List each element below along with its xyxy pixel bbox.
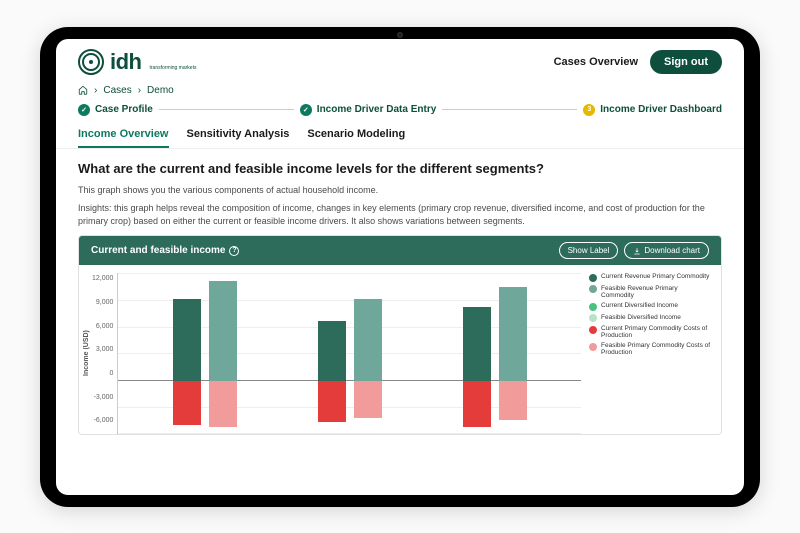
bar-feasible[interactable] — [499, 273, 527, 434]
download-chart-button[interactable]: Download chart — [624, 242, 709, 259]
step-line — [159, 109, 294, 110]
step-line — [442, 109, 577, 110]
chart-actions: Show Label Download chart — [559, 242, 709, 259]
legend-item[interactable]: Current Primary Commodity Costs of Produ… — [589, 325, 711, 339]
breadcrumb: › Cases › Demo — [56, 81, 744, 104]
bar-group — [318, 273, 382, 434]
swatch-icon — [589, 303, 597, 311]
check-icon: ✓ — [78, 104, 90, 116]
check-icon: ✓ — [300, 104, 312, 116]
logo[interactable]: idh transforming markets — [78, 49, 196, 75]
home-icon[interactable] — [78, 85, 88, 95]
chart-title-wrap: Current and feasible income ? — [91, 245, 239, 256]
bar-current[interactable] — [463, 273, 491, 434]
swatch-icon — [589, 314, 597, 322]
breadcrumb-demo[interactable]: Demo — [147, 85, 174, 96]
logo-icon — [78, 49, 104, 75]
download-icon — [633, 247, 641, 255]
page-paragraph-2: Insights: this graph helps reveal the co… — [78, 202, 722, 227]
chart-header: Current and feasible income ? Show Label… — [79, 236, 721, 265]
chart-bars — [118, 273, 581, 434]
topbar: idh transforming markets Cases Overview … — [56, 39, 744, 81]
logo-tagline: transforming markets — [150, 65, 197, 71]
bar-current[interactable] — [173, 273, 201, 434]
tablet-frame: idh transforming markets Cases Overview … — [40, 27, 760, 507]
content: What are the current and feasible income… — [56, 149, 744, 495]
legend-item[interactable]: Feasible Revenue Primary Commodity — [589, 285, 711, 299]
stepper: ✓ Case Profile ✓ Income Driver Data Entr… — [56, 104, 744, 124]
swatch-icon — [589, 285, 597, 293]
tab-scenario[interactable]: Scenario Modeling — [307, 128, 405, 148]
bar-feasible[interactable] — [354, 273, 382, 434]
page-paragraph-1: This graph shows you the various compone… — [78, 184, 722, 197]
step-number-icon: 3 — [583, 104, 595, 116]
legend-item[interactable]: Feasible Primary Commodity Costs of Prod… — [589, 342, 711, 356]
app-screen: idh transforming markets Cases Overview … — [56, 39, 744, 495]
tablet-camera — [397, 32, 403, 38]
tabs: Income Overview Sensitivity Analysis Sce… — [56, 124, 744, 149]
tab-income-overview[interactable]: Income Overview — [78, 128, 169, 148]
logo-text: idh — [110, 49, 142, 75]
swatch-icon — [589, 274, 597, 282]
show-label-button[interactable]: Show Label — [559, 242, 619, 259]
chart-body: Income (USD) 12,000 9,000 6,000 3,000 0 … — [79, 265, 721, 434]
step-case-profile[interactable]: ✓ Case Profile — [78, 104, 153, 116]
chart-legend: Current Revenue Primary Commodity Feasib… — [581, 273, 711, 434]
step-data-entry[interactable]: ✓ Income Driver Data Entry — [300, 104, 437, 116]
swatch-icon — [589, 343, 597, 351]
legend-item[interactable]: Current Revenue Primary Commodity — [589, 273, 711, 282]
breadcrumb-separator: › — [94, 85, 97, 96]
topbar-right: Cases Overview Sign out — [554, 50, 722, 74]
bar-current[interactable] — [318, 273, 346, 434]
bar-group — [173, 273, 237, 434]
chart-card: Current and feasible income ? Show Label… — [78, 235, 722, 435]
sign-out-button[interactable]: Sign out — [650, 50, 722, 74]
info-icon[interactable]: ? — [229, 246, 239, 256]
chart-title: Current and feasible income — [91, 245, 225, 256]
cases-overview-link[interactable]: Cases Overview — [554, 56, 638, 68]
breadcrumb-separator: › — [138, 85, 141, 96]
breadcrumb-cases[interactable]: Cases — [103, 85, 131, 96]
legend-item[interactable]: Current Diversified Income — [589, 302, 711, 311]
swatch-icon — [589, 326, 597, 334]
tab-sensitivity[interactable]: Sensitivity Analysis — [187, 128, 290, 148]
chart-ylabel: Income (USD) — [83, 273, 90, 434]
page-heading: What are the current and feasible income… — [78, 161, 722, 176]
step-dashboard[interactable]: 3 Income Driver Dashboard — [583, 104, 722, 116]
legend-item[interactable]: Feasible Diversified Income — [589, 314, 711, 323]
bar-group — [463, 273, 527, 434]
chart-yaxis: 12,000 9,000 6,000 3,000 0 -3,000 -6,000 — [90, 273, 117, 434]
chart-plot — [117, 273, 581, 434]
bar-feasible[interactable] — [209, 273, 237, 434]
